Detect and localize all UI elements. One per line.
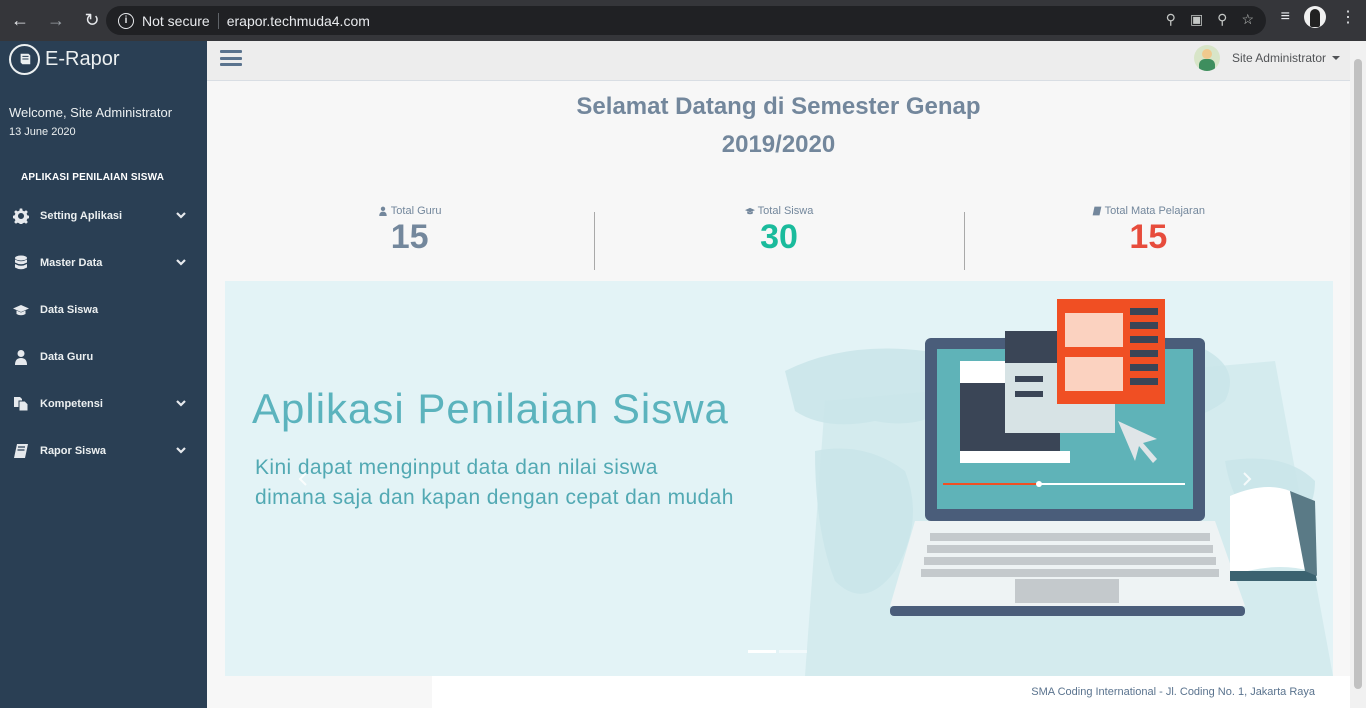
sidebar-menu: Setting Aplikasi Master Data Data Siswa … bbox=[0, 192, 207, 474]
database-icon bbox=[12, 254, 30, 272]
sidebar-item-label: Kompetensi bbox=[40, 397, 103, 410]
scrollbar-thumb[interactable] bbox=[1354, 59, 1362, 689]
caret-down-icon bbox=[1332, 56, 1340, 60]
stat-value: 30 bbox=[760, 218, 798, 256]
sidebar-item-setting-aplikasi[interactable]: Setting Aplikasi bbox=[0, 192, 207, 239]
book-icon bbox=[12, 442, 30, 460]
book-logo-icon bbox=[9, 43, 40, 75]
banner-subtitle: Kini dapat menginput data dan nilai sisw… bbox=[255, 453, 734, 513]
address-bar[interactable]: i Not secure erapor.techmuda4.com ⚲ ▣ ⚲ … bbox=[106, 6, 1266, 35]
carousel-prev-icon[interactable] bbox=[295, 471, 315, 491]
sidebar-item-label: Data Guru bbox=[40, 350, 94, 363]
sidebar-item-data-siswa[interactable]: Data Siswa bbox=[0, 286, 207, 333]
menu-toggle-icon[interactable] bbox=[220, 48, 242, 68]
banner-subtitle-line2: dimana saja dan kapan dengan cepat dan m… bbox=[255, 486, 734, 509]
book-icon bbox=[1092, 206, 1102, 216]
scrollbar[interactable] bbox=[1350, 41, 1366, 708]
banner-subtitle-line1: Kini dapat menginput data dan nilai sisw… bbox=[255, 456, 658, 479]
forward-icon[interactable]: → bbox=[40, 5, 72, 37]
footer: SMA Coding International - Jl. Coding No… bbox=[432, 676, 1350, 708]
graduation-cap-icon bbox=[744, 207, 755, 215]
reload-icon[interactable]: ↻ bbox=[76, 5, 108, 37]
sidebar-item-kompetensi[interactable]: Kompetensi bbox=[0, 380, 207, 427]
media-queue-icon[interactable]: ≡ bbox=[1281, 8, 1290, 26]
key-icon[interactable]: ⚲ bbox=[1166, 11, 1176, 28]
banner-title: Aplikasi Penilaian Siswa bbox=[252, 385, 729, 432]
menu-section-title: APLIKASI PENILAIAN SISWA bbox=[21, 172, 165, 183]
chevron-down-icon bbox=[175, 397, 187, 409]
brand-name: E-Rapor bbox=[45, 47, 120, 70]
footer-text: SMA Coding International - Jl. Coding No… bbox=[1031, 686, 1315, 698]
sidebar-item-data-guru[interactable]: Data Guru bbox=[0, 333, 207, 380]
brand[interactable]: E-Rapor bbox=[0, 41, 207, 77]
profile-avatar[interactable] bbox=[1304, 6, 1326, 28]
security-label: Not secure bbox=[142, 12, 210, 29]
stat-label: Total Mata Pelajaran bbox=[1104, 205, 1205, 217]
stat-total-guru: Total Guru 15 bbox=[225, 204, 594, 270]
browser-toolbar: ← → ↻ i Not secure erapor.techmuda4.com … bbox=[0, 0, 1366, 41]
info-icon[interactable]: i bbox=[118, 12, 134, 29]
stats-row: Total Guru 15 Total Siswa 30 Total Mata … bbox=[225, 204, 1333, 270]
url-text[interactable]: erapor.techmuda4.com bbox=[227, 13, 370, 29]
graduation-cap-icon bbox=[12, 301, 30, 319]
sidebar: E-Rapor Welcome, Site Administrator 13 J… bbox=[0, 41, 207, 708]
stat-total-mata-pelajaran: Total Mata Pelajaran 15 bbox=[963, 204, 1333, 270]
back-icon[interactable]: ← bbox=[4, 5, 36, 37]
carousel-indicator[interactable] bbox=[779, 650, 807, 653]
stat-value: 15 bbox=[390, 218, 429, 256]
carousel-banner[interactable]: Aplikasi Penilaian Siswa Kini dapat meng… bbox=[225, 281, 1333, 676]
sidebar-item-rapor-siswa[interactable]: Rapor Siswa bbox=[0, 427, 207, 474]
carousel-indicator[interactable] bbox=[748, 650, 776, 653]
page-title-line2: 2019/2020 bbox=[721, 131, 836, 158]
chevron-down-icon bbox=[175, 256, 187, 268]
stat-label: Total Guru bbox=[390, 205, 442, 217]
carousel-indicators bbox=[748, 650, 807, 653]
page-title-line1: Selamat Datang di Semester Genap bbox=[576, 93, 981, 120]
user-name: Site Administrator bbox=[1231, 51, 1326, 65]
avatar bbox=[1193, 45, 1220, 71]
main-content: Site Administrator Selamat Datang di Sem… bbox=[207, 41, 1350, 708]
star-icon[interactable]: ☆ bbox=[1241, 11, 1254, 28]
translate-icon[interactable]: ▣ bbox=[1190, 11, 1203, 28]
gear-icon bbox=[12, 207, 30, 225]
stat-value: 15 bbox=[1129, 218, 1168, 256]
sidebar-item-label: Setting Aplikasi bbox=[40, 209, 123, 222]
current-date: 13 June 2020 bbox=[9, 126, 76, 138]
files-icon bbox=[12, 395, 30, 413]
welcome-text: Welcome, Site Administrator bbox=[9, 105, 173, 120]
kebab-menu-icon[interactable]: ⋮ bbox=[1340, 7, 1356, 27]
sidebar-item-label: Master Data bbox=[40, 256, 103, 269]
user-icon bbox=[12, 348, 30, 366]
page-title: Selamat Datang di Semester Genap 2019/20… bbox=[207, 88, 1350, 164]
divider bbox=[217, 12, 219, 29]
chevron-down-icon bbox=[175, 209, 187, 221]
chevron-down-icon bbox=[175, 444, 187, 456]
stat-total-siswa: Total Siswa 30 bbox=[594, 204, 963, 270]
stat-label: Total Siswa bbox=[757, 205, 814, 217]
carousel-next-icon[interactable] bbox=[1239, 471, 1259, 491]
sidebar-item-label: Data Siswa bbox=[40, 303, 99, 316]
user-dropdown[interactable]: Site Administrator bbox=[1193, 45, 1340, 71]
user-icon bbox=[379, 206, 387, 216]
top-navbar: Site Administrator bbox=[207, 41, 1350, 81]
sidebar-item-master-data[interactable]: Master Data bbox=[0, 239, 207, 286]
sidebar-item-label: Rapor Siswa bbox=[40, 444, 107, 457]
zoom-icon[interactable]: ⚲ bbox=[1217, 11, 1227, 28]
